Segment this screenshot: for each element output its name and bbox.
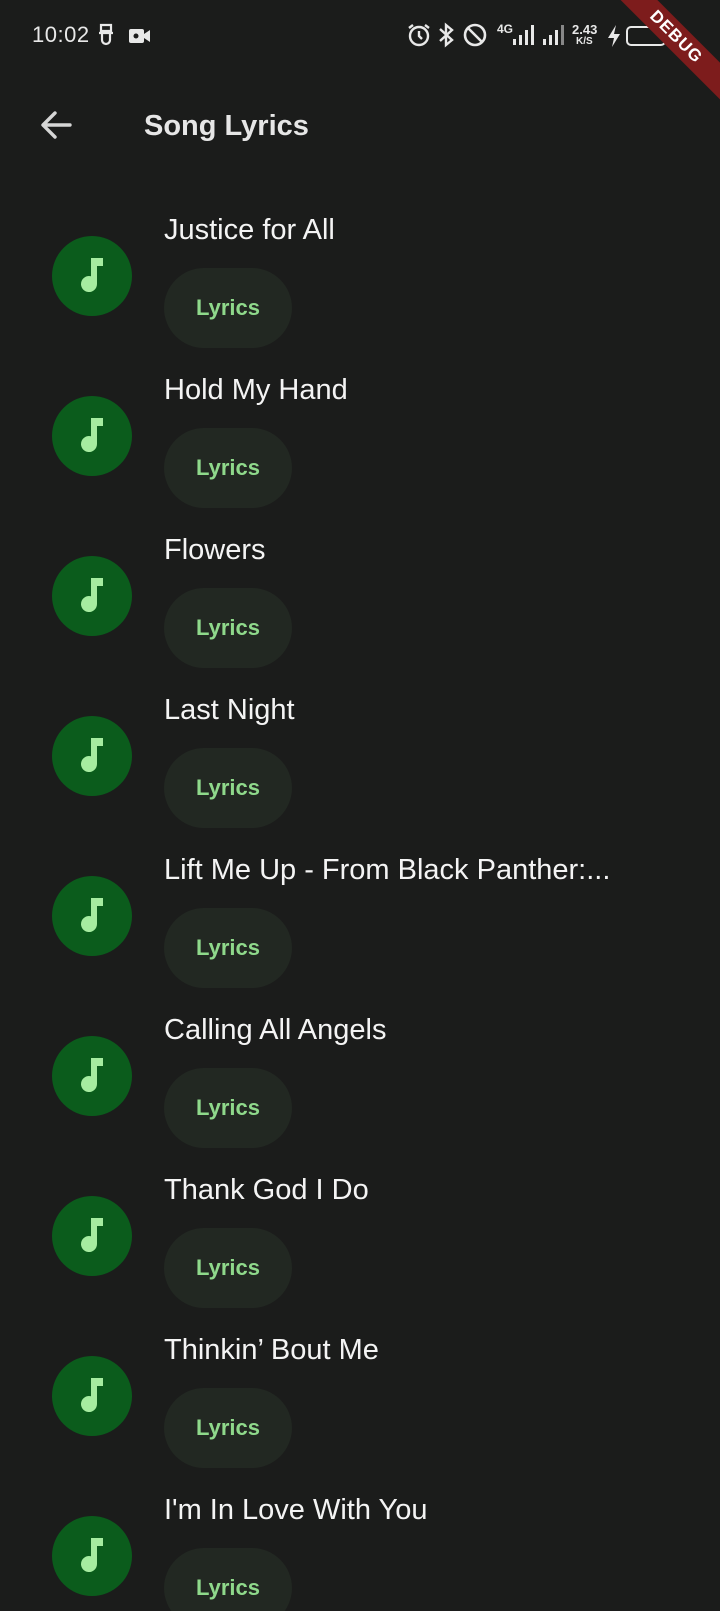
song-title: I'm In Love With You [164, 1494, 428, 1526]
music-note-icon [77, 1214, 107, 1259]
status-time: 10:02 [32, 22, 90, 47]
network-type: 4G [497, 22, 514, 36]
song-title: Thank God I Do [164, 1174, 369, 1206]
song-avatar [52, 1356, 132, 1436]
song-avatar [52, 716, 132, 796]
song-avatar [52, 556, 132, 636]
song-list-item[interactable]: Justice for All Lyrics [0, 200, 720, 360]
song-avatar [52, 876, 132, 956]
music-note-icon [77, 894, 107, 939]
lyrics-button[interactable]: Lyrics [164, 748, 292, 828]
song-avatar [52, 236, 132, 316]
signal-strength-2-icon [542, 24, 564, 51]
song-avatar [52, 396, 132, 476]
lyrics-button[interactable]: Lyrics [164, 428, 292, 508]
song-list: Justice for All Lyrics Hold My Hand Lyri… [0, 200, 720, 1611]
music-note-icon [77, 1054, 107, 1099]
music-note-icon [77, 734, 107, 779]
song-list-item[interactable]: Hold My Hand Lyrics [0, 360, 720, 520]
music-note-icon [77, 574, 107, 619]
song-list-item[interactable]: Lift Me Up - From Black Panther:... Lyri… [0, 840, 720, 1000]
song-list-item[interactable]: Thank God I Do Lyrics [0, 1160, 720, 1320]
back-button[interactable] [28, 99, 84, 155]
song-title: Hold My Hand [164, 374, 348, 406]
app-bar: Song Lyrics [0, 74, 720, 184]
page-title: Song Lyrics [144, 110, 309, 142]
song-title: Justice for All [164, 214, 335, 246]
song-title: Calling All Angels [164, 1014, 387, 1046]
song-list-item[interactable]: Flowers Lyrics [0, 520, 720, 680]
network-speed-unit: K/S [576, 36, 593, 47]
lyrics-button[interactable]: Lyrics [164, 268, 292, 348]
song-list-item[interactable]: Calling All Angels Lyrics [0, 1000, 720, 1160]
network-speed: 2.43 [572, 22, 598, 37]
song-title: Flowers [164, 534, 266, 566]
signal-strength-icon [512, 24, 534, 51]
lyrics-button[interactable]: Lyrics [164, 1388, 292, 1468]
song-title: Last Night [164, 694, 295, 726]
lyrics-button[interactable]: Lyrics [164, 1548, 292, 1611]
do-not-disturb-icon [462, 22, 488, 53]
song-title: Thinkin’ Bout Me [164, 1334, 379, 1366]
lyrics-button[interactable]: Lyrics [164, 588, 292, 668]
music-note-icon [77, 254, 107, 299]
screen-record-icon [96, 22, 116, 53]
music-note-icon [77, 1374, 107, 1419]
lyrics-button[interactable]: Lyrics [164, 908, 292, 988]
music-note-icon [77, 414, 107, 459]
song-title: Lift Me Up - From Black Panther:... [164, 854, 611, 886]
song-list-item[interactable]: I'm In Love With You Lyrics [0, 1480, 720, 1611]
video-camera-icon [128, 27, 152, 50]
song-avatar [52, 1196, 132, 1276]
alarm-icon [406, 22, 432, 53]
bluetooth-icon [437, 22, 455, 53]
status-bar: 10:02 4G 2.43 K/S [0, 0, 720, 74]
charging-bolt-icon [606, 24, 622, 53]
song-list-item[interactable]: Thinkin’ Bout Me Lyrics [0, 1320, 720, 1480]
song-avatar [52, 1516, 132, 1596]
arrow-back-icon [38, 107, 74, 148]
music-note-icon [77, 1534, 107, 1579]
song-list-item[interactable]: Last Night Lyrics [0, 680, 720, 840]
lyrics-button[interactable]: Lyrics [164, 1228, 292, 1308]
lyrics-button[interactable]: Lyrics [164, 1068, 292, 1148]
song-avatar [52, 1036, 132, 1116]
screen: 10:02 4G 2.43 K/S DEBUG Song Lyrics Just… [0, 0, 720, 1611]
